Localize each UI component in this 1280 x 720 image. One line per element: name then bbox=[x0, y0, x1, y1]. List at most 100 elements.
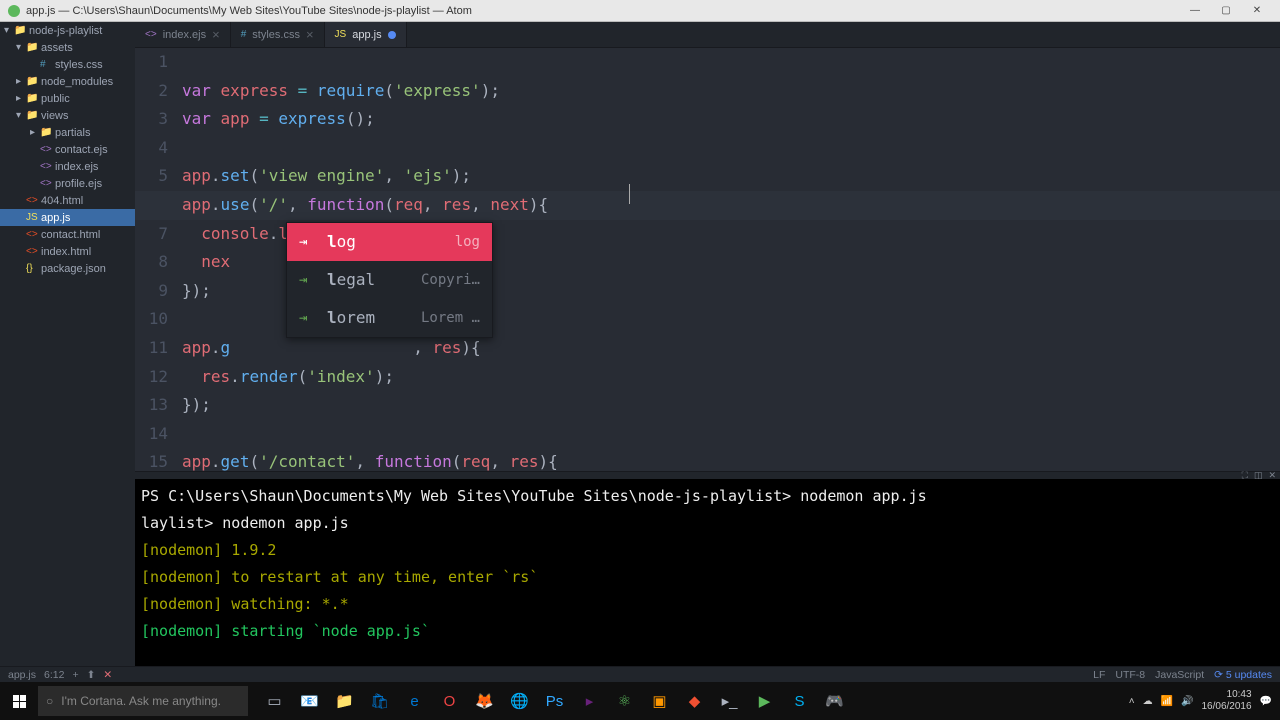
file-tree-sidebar[interactable]: ▾📁node-js-playlist▾📁assets#styles.css▸📁n… bbox=[0, 22, 135, 666]
tab-app-js[interactable]: JSapp.js bbox=[325, 22, 407, 47]
tree-item-partials[interactable]: ▸📁partials bbox=[0, 124, 135, 141]
file-icon: <> bbox=[26, 195, 38, 206]
app-skype-icon[interactable]: S bbox=[783, 682, 816, 720]
status-language[interactable]: JavaScript bbox=[1155, 669, 1204, 681]
task-view-icon[interactable]: ▭ bbox=[258, 682, 291, 720]
autocomplete-popup[interactable]: ⇥loglog⇥legalCopyri…⇥loremLorem … bbox=[286, 222, 493, 338]
search-icon: ○ bbox=[46, 694, 53, 708]
maximize-button[interactable]: ▢ bbox=[1211, 2, 1241, 20]
status-file[interactable]: app.js bbox=[8, 669, 36, 681]
tray-cloud-icon[interactable]: ☁ bbox=[1143, 696, 1153, 707]
tray-volume-icon[interactable]: 🔊 bbox=[1181, 696, 1193, 707]
app-file-explorer-icon[interactable]: 📁 bbox=[328, 682, 361, 720]
app-chrome-icon[interactable]: 🌐 bbox=[503, 682, 536, 720]
tree-label: contact.ejs bbox=[55, 144, 108, 156]
tree-item-node-js-playlist[interactable]: ▾📁node-js-playlist bbox=[0, 22, 135, 39]
app-vs-icon[interactable]: ▸ bbox=[573, 682, 606, 720]
git-add-icon[interactable]: + bbox=[72, 669, 78, 681]
file-icon: <> bbox=[40, 144, 52, 155]
app-play-icon[interactable]: ▶ bbox=[748, 682, 781, 720]
chevron-icon: ▸ bbox=[16, 93, 26, 104]
app-discord-icon[interactable]: 🎮 bbox=[818, 682, 851, 720]
cortana-search[interactable]: ○ I'm Cortana. Ask me anything. bbox=[38, 686, 248, 716]
file-icon: # bbox=[241, 29, 247, 40]
app-terminal-icon[interactable]: ▸_ bbox=[713, 682, 746, 720]
line-number: 10 bbox=[135, 305, 168, 334]
snippet-icon: ⇥ bbox=[299, 228, 317, 257]
file-icon: 📁 bbox=[26, 42, 38, 53]
tree-item-styles-css[interactable]: #styles.css bbox=[0, 56, 135, 73]
tree-label: package.json bbox=[41, 263, 106, 275]
tree-label: profile.ejs bbox=[55, 178, 102, 190]
start-button[interactable] bbox=[0, 682, 38, 720]
terminal-line: laylist> nodemon app.js bbox=[141, 510, 1274, 537]
tab-label: app.js bbox=[352, 29, 381, 41]
status-encoding[interactable]: UTF-8 bbox=[1115, 669, 1145, 681]
secondary-cursor-icon bbox=[629, 184, 630, 204]
file-icon: 📁 bbox=[26, 110, 38, 121]
tree-item-profile-ejs[interactable]: <>profile.ejs bbox=[0, 175, 135, 192]
minimize-button[interactable]: — bbox=[1180, 2, 1210, 20]
app-outlook-icon[interactable]: 📧 bbox=[293, 682, 326, 720]
line-number: 8 bbox=[135, 248, 168, 277]
code-editor[interactable]: 123456789101112131415 var express = requ… bbox=[135, 48, 1280, 471]
tree-item-contact-ejs[interactable]: <>contact.ejs bbox=[0, 141, 135, 158]
status-line-ending[interactable]: LF bbox=[1093, 669, 1105, 681]
chevron-icon: ▾ bbox=[16, 110, 26, 121]
line-number: 13 bbox=[135, 391, 168, 420]
tree-item-public[interactable]: ▸📁public bbox=[0, 90, 135, 107]
taskbar-clock[interactable]: 10:43 16/06/2016 bbox=[1201, 689, 1251, 713]
line-number: 9 bbox=[135, 277, 168, 306]
tree-item-assets[interactable]: ▾📁assets bbox=[0, 39, 135, 56]
chevron-icon: ▸ bbox=[30, 127, 40, 138]
app-sublime-icon[interactable]: ▣ bbox=[643, 682, 676, 720]
tree-item-index-ejs[interactable]: <>index.ejs bbox=[0, 158, 135, 175]
tab-index-ejs[interactable]: <>index.ejs× bbox=[135, 22, 231, 47]
tray-wifi-icon[interactable]: 📶 bbox=[1161, 696, 1173, 707]
app-photoshop-icon[interactable]: Ps bbox=[538, 682, 571, 720]
terminal-line: PS C:\Users\Shaun\Documents\My Web Sites… bbox=[141, 483, 1274, 510]
tree-label: node_modules bbox=[41, 76, 113, 88]
terminal-panel[interactable]: PS C:\Users\Shaun\Documents\My Web Sites… bbox=[135, 479, 1280, 666]
tree-item-views[interactable]: ▾📁views bbox=[0, 107, 135, 124]
file-icon: <> bbox=[26, 229, 38, 240]
line-number: 3 bbox=[135, 105, 168, 134]
tray-chevron-icon[interactable]: ˄ bbox=[1129, 696, 1135, 707]
app-icon bbox=[8, 5, 20, 17]
completion-meta: log bbox=[455, 228, 480, 257]
terminal-line: [nodemon] starting `node app.js` bbox=[141, 618, 1274, 645]
git-error-icon[interactable]: ✕ bbox=[103, 669, 112, 681]
tab-close-icon[interactable]: × bbox=[306, 27, 314, 42]
app-atom-icon[interactable]: ⚛ bbox=[608, 682, 641, 720]
status-updates[interactable]: ⟳ 5 updates bbox=[1214, 669, 1272, 681]
notifications-icon[interactable]: 💬 bbox=[1260, 696, 1272, 707]
tree-item-contact-html[interactable]: <>contact.html bbox=[0, 226, 135, 243]
terminal-line: [nodemon] 1.9.2 bbox=[141, 537, 1274, 564]
git-push-icon[interactable]: ⬆ bbox=[87, 669, 96, 681]
autocomplete-item[interactable]: ⇥legalCopyri… bbox=[287, 261, 492, 299]
autocomplete-item[interactable]: ⇥loremLorem … bbox=[287, 299, 492, 337]
tree-item-app-js[interactable]: JSapp.js bbox=[0, 209, 135, 226]
tree-item-node_modules[interactable]: ▸📁node_modules bbox=[0, 73, 135, 90]
tab-styles-css[interactable]: #styles.css× bbox=[231, 22, 325, 47]
autocomplete-item[interactable]: ⇥loglog bbox=[287, 223, 492, 261]
app-git-icon[interactable]: ◆ bbox=[678, 682, 711, 720]
file-icon: JS bbox=[26, 212, 38, 223]
app-opera-icon[interactable]: O bbox=[433, 682, 466, 720]
chevron-icon: ▸ bbox=[16, 76, 26, 87]
app-firefox-icon[interactable]: 🦊 bbox=[468, 682, 501, 720]
app-edge-icon[interactable]: e bbox=[398, 682, 431, 720]
app-store-icon[interactable]: 🛍 bbox=[363, 682, 396, 720]
tab-close-icon[interactable]: × bbox=[212, 27, 220, 42]
completion-meta: Copyri… bbox=[421, 266, 480, 295]
tree-item-index-html[interactable]: <>index.html bbox=[0, 243, 135, 260]
completion-text: lorem bbox=[327, 304, 375, 333]
status-bar: app.js 6:12 + ⬆ ✕ LF UTF-8 JavaScript ⟳ … bbox=[0, 666, 1280, 682]
close-button[interactable]: ✕ bbox=[1242, 2, 1272, 20]
completion-meta: Lorem … bbox=[421, 304, 480, 333]
tree-item-package-json[interactable]: {}package.json bbox=[0, 260, 135, 277]
tree-label: 404.html bbox=[41, 195, 83, 207]
status-position[interactable]: 6:12 bbox=[44, 669, 64, 681]
line-gutter: 123456789101112131415 bbox=[135, 48, 182, 471]
tree-item-404-html[interactable]: <>404.html bbox=[0, 192, 135, 209]
